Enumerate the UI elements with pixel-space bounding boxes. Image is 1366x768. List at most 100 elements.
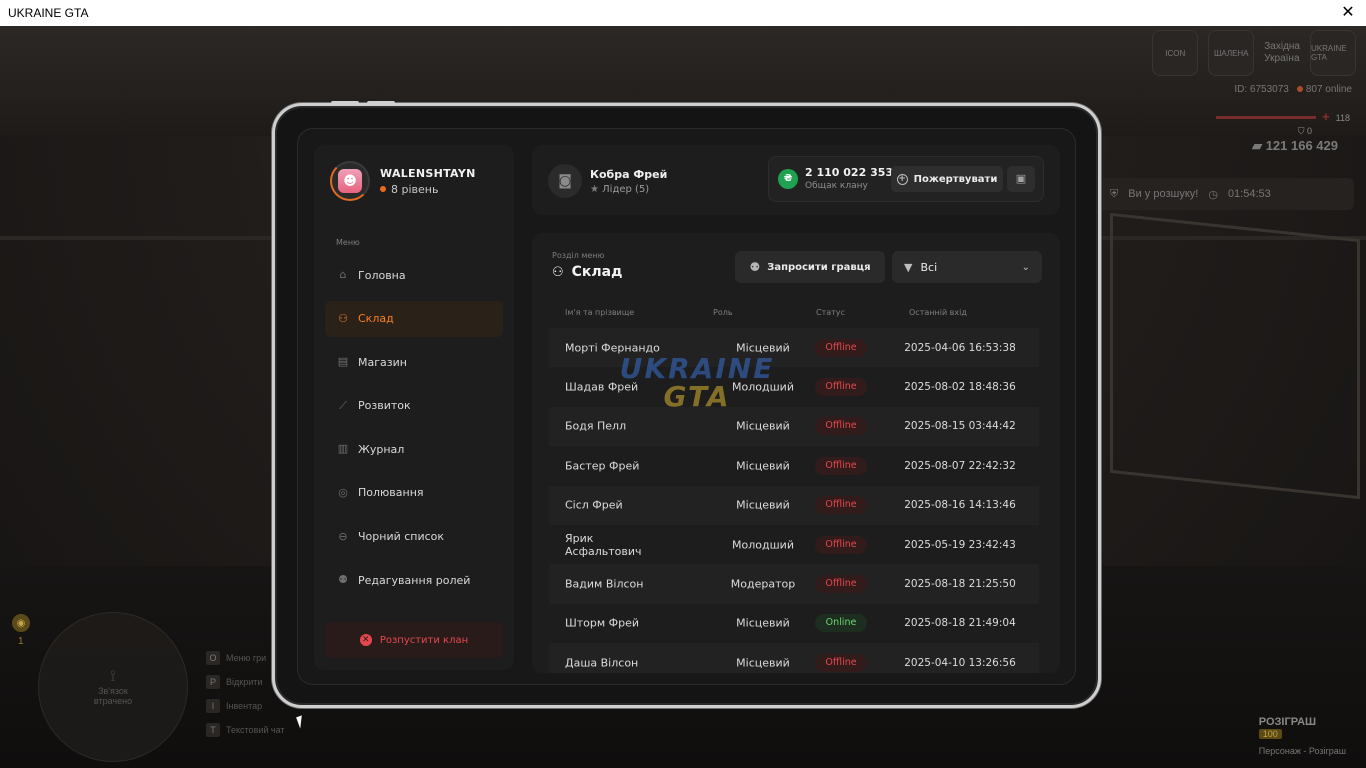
table-row[interactable]: Вадим Вілсон Модератор Offline 2025-08-1… — [549, 564, 1039, 604]
member-role: Молодший — [732, 380, 794, 394]
column-header-status: Статус — [816, 308, 845, 317]
disband-label: Розпустити клан — [379, 634, 469, 646]
key-cap: T — [206, 723, 220, 737]
filter-value: Всі — [920, 260, 938, 274]
invite-player-button[interactable]: ⚉ Запросити гравця — [735, 251, 885, 283]
page-title-text: Склад — [571, 264, 623, 280]
page-title: ⚇ Склад — [552, 264, 622, 280]
member-role: Модератор — [730, 577, 796, 591]
chart-icon: ⟋ — [339, 398, 347, 412]
health-bar — [1216, 116, 1317, 119]
member-role: Місцевий — [736, 616, 790, 630]
member-role: Місцевий — [736, 341, 790, 355]
hryvnia-icon: ₴ — [778, 169, 798, 189]
money-value: 121 166 429 — [1265, 138, 1338, 153]
status-badge: Offline — [815, 496, 867, 515]
wanted-banner: ⛨ Ви у розшуку! ◷ 01:54:53 — [1096, 178, 1354, 210]
menu-label: Меню — [336, 238, 360, 247]
sidebar: ☻ WALENSHTAYN 8 рівень Меню ⌂ Головна ⚇ … — [314, 145, 514, 670]
filter-icon: ▼ — [904, 260, 913, 274]
sidebar-item-shop[interactable]: ▤ Магазин — [325, 344, 503, 380]
add-user-icon: ⚉ — [749, 260, 761, 274]
sidebar-item-label: Головна — [358, 268, 406, 282]
disband-clan-button[interactable]: ✕ Розпустити клан — [325, 622, 503, 658]
table-row[interactable]: Бастер Фрей Місцевий Offline 2025-08-07 … — [549, 446, 1039, 485]
table-row[interactable]: Ярик Асфальтович Молодший Offline 2025-0… — [549, 525, 1039, 564]
member-name: Шторм Фрей — [565, 616, 640, 630]
sidebar-item-edit-roles[interactable]: ⚉ Редагування ролей — [325, 562, 503, 598]
bank-label: Общак клану — [805, 181, 868, 191]
table-row[interactable]: Шторм Фрей Місцевий Online 2025-08-18 21… — [549, 604, 1039, 643]
table-row[interactable]: Морті Фернандо Місцевий Offline 2025-04-… — [549, 328, 1039, 368]
people-icon: ⚇ — [338, 311, 348, 325]
prize-sub: Персонаж - Розіграш — [1258, 746, 1346, 756]
profile-level: 8 рівень — [380, 183, 476, 196]
wanted-time: 01:54:53 — [1227, 188, 1271, 200]
status-badge: Online — [815, 614, 867, 633]
bank-history-button[interactable]: ▣ — [1007, 166, 1035, 192]
stormtrooper-icon: ☻ — [338, 169, 362, 193]
window-title: UKRAINE GTA — [8, 6, 89, 20]
column-header-last-login: Останній вхід — [909, 308, 967, 317]
sidebar-menu: ⌂ Головна ⚇ Склад ▤ Магазин ⟋ Розвиток ▥ — [325, 257, 503, 606]
basket-icon: ▤ — [337, 355, 349, 369]
chevron-down-icon: ⌄ — [1021, 261, 1030, 273]
avatar[interactable]: ☻ — [330, 161, 370, 201]
member-name: Шадав Фрей — [565, 380, 639, 394]
server-logo-1: ICON — [1152, 30, 1199, 76]
tablet-side-button — [367, 101, 395, 105]
key-hint-label: Інвентар — [226, 701, 263, 711]
table-row[interactable]: Бодя Пелл Місцевий Offline 2025-08-15 03… — [549, 406, 1039, 447]
members-table: Морті Фернандо Місцевий Offline 2025-04-… — [549, 328, 1039, 673]
star-icon: ★ — [590, 183, 599, 195]
member-role: Молодший — [732, 538, 794, 552]
key-cap: P — [206, 675, 220, 689]
plus-icon: + — [896, 173, 908, 185]
calendar-icon: ▣ — [1015, 172, 1027, 185]
member-last-login: 2025-05-19 23:42:43 — [904, 538, 1016, 551]
donate-button[interactable]: + Пожертвувати — [891, 166, 1003, 192]
key-cap: O — [206, 651, 220, 665]
close-icon[interactable]: ✕ — [1338, 5, 1358, 21]
table-row[interactable]: Сісл Фрей Місцевий Offline 2025-08-16 14… — [549, 485, 1039, 525]
sidebar-item-home[interactable]: ⌂ Головна — [325, 257, 503, 293]
user-edit-icon: ⚉ — [338, 573, 348, 587]
member-role: Місцевий — [736, 656, 790, 670]
role-filter-select[interactable]: ▼ Всі ⌄ — [892, 251, 1042, 283]
member-last-login: 2025-08-18 21:49:04 — [904, 617, 1016, 630]
bank-amount: 2 110 022 353 — [805, 166, 894, 179]
ukraine-gta-logo: UKRAINE GTA — [1310, 30, 1356, 76]
hud-money: ▰ 121 166 429 — [1252, 138, 1338, 154]
sidebar-item-hunting[interactable]: ◎ Полювання — [325, 475, 503, 511]
cash-icon: ▰ — [1252, 138, 1263, 153]
health-value: 118 — [1335, 112, 1350, 123]
region-label: Західна Україна — [1264, 41, 1300, 65]
table-row[interactable]: Шадав Фрей Молодший Offline 2025-08-02 1… — [549, 367, 1039, 406]
table-row[interactable]: Даша Вілсон Місцевий Offline 2025-04-10 … — [549, 643, 1039, 673]
server-logo-2: ШАЛЕНА — [1208, 30, 1255, 76]
online-count: 807 online — [1305, 84, 1352, 95]
member-name: Морті Фернандо — [565, 341, 660, 355]
user-icon: ◙ — [548, 164, 582, 198]
member-name: Ярик Асфальтович — [565, 531, 642, 558]
member-last-login: 2025-08-18 21:25:50 — [904, 578, 1016, 591]
storage-panel: Розділ меню ⚇ Склад ⚉ Запросити гравця ▼… — [532, 233, 1060, 673]
member-last-login: 2025-04-10 13:26:56 — [904, 656, 1016, 669]
clan-bank: ₴ 2 110 022 353 Общак клану + Пожертвува… — [768, 156, 1044, 202]
hud-logos: ICON ШАЛЕНА Західна Україна UKRAINE GTA — [1152, 30, 1356, 76]
member-last-login: 2025-08-16 14:13:46 — [904, 499, 1016, 512]
prize-badge: 100 — [1258, 729, 1282, 739]
status-badge: Offline — [815, 653, 867, 672]
target-icon: ◎ — [338, 485, 348, 499]
level-text: 8 рівень — [391, 182, 439, 196]
sidebar-item-journal[interactable]: ▥ Журнал — [325, 431, 503, 467]
sidebar-item-blacklist[interactable]: ⊖ Чорний список — [325, 519, 503, 555]
minimap-line-1: Зв'язок — [98, 686, 128, 696]
member-role: Місцевий — [736, 419, 790, 433]
member-last-login: 2025-08-15 03:44:42 — [904, 420, 1016, 433]
leader-role-text: Лідер (5) — [602, 183, 650, 195]
sidebar-item-storage[interactable]: ⚇ Склад — [325, 300, 503, 337]
sidebar-item-development[interactable]: ⟋ Розвиток — [325, 388, 503, 424]
clock-icon: ◷ — [1208, 188, 1218, 201]
wanted-text: Ви у розшуку! — [1128, 188, 1199, 200]
